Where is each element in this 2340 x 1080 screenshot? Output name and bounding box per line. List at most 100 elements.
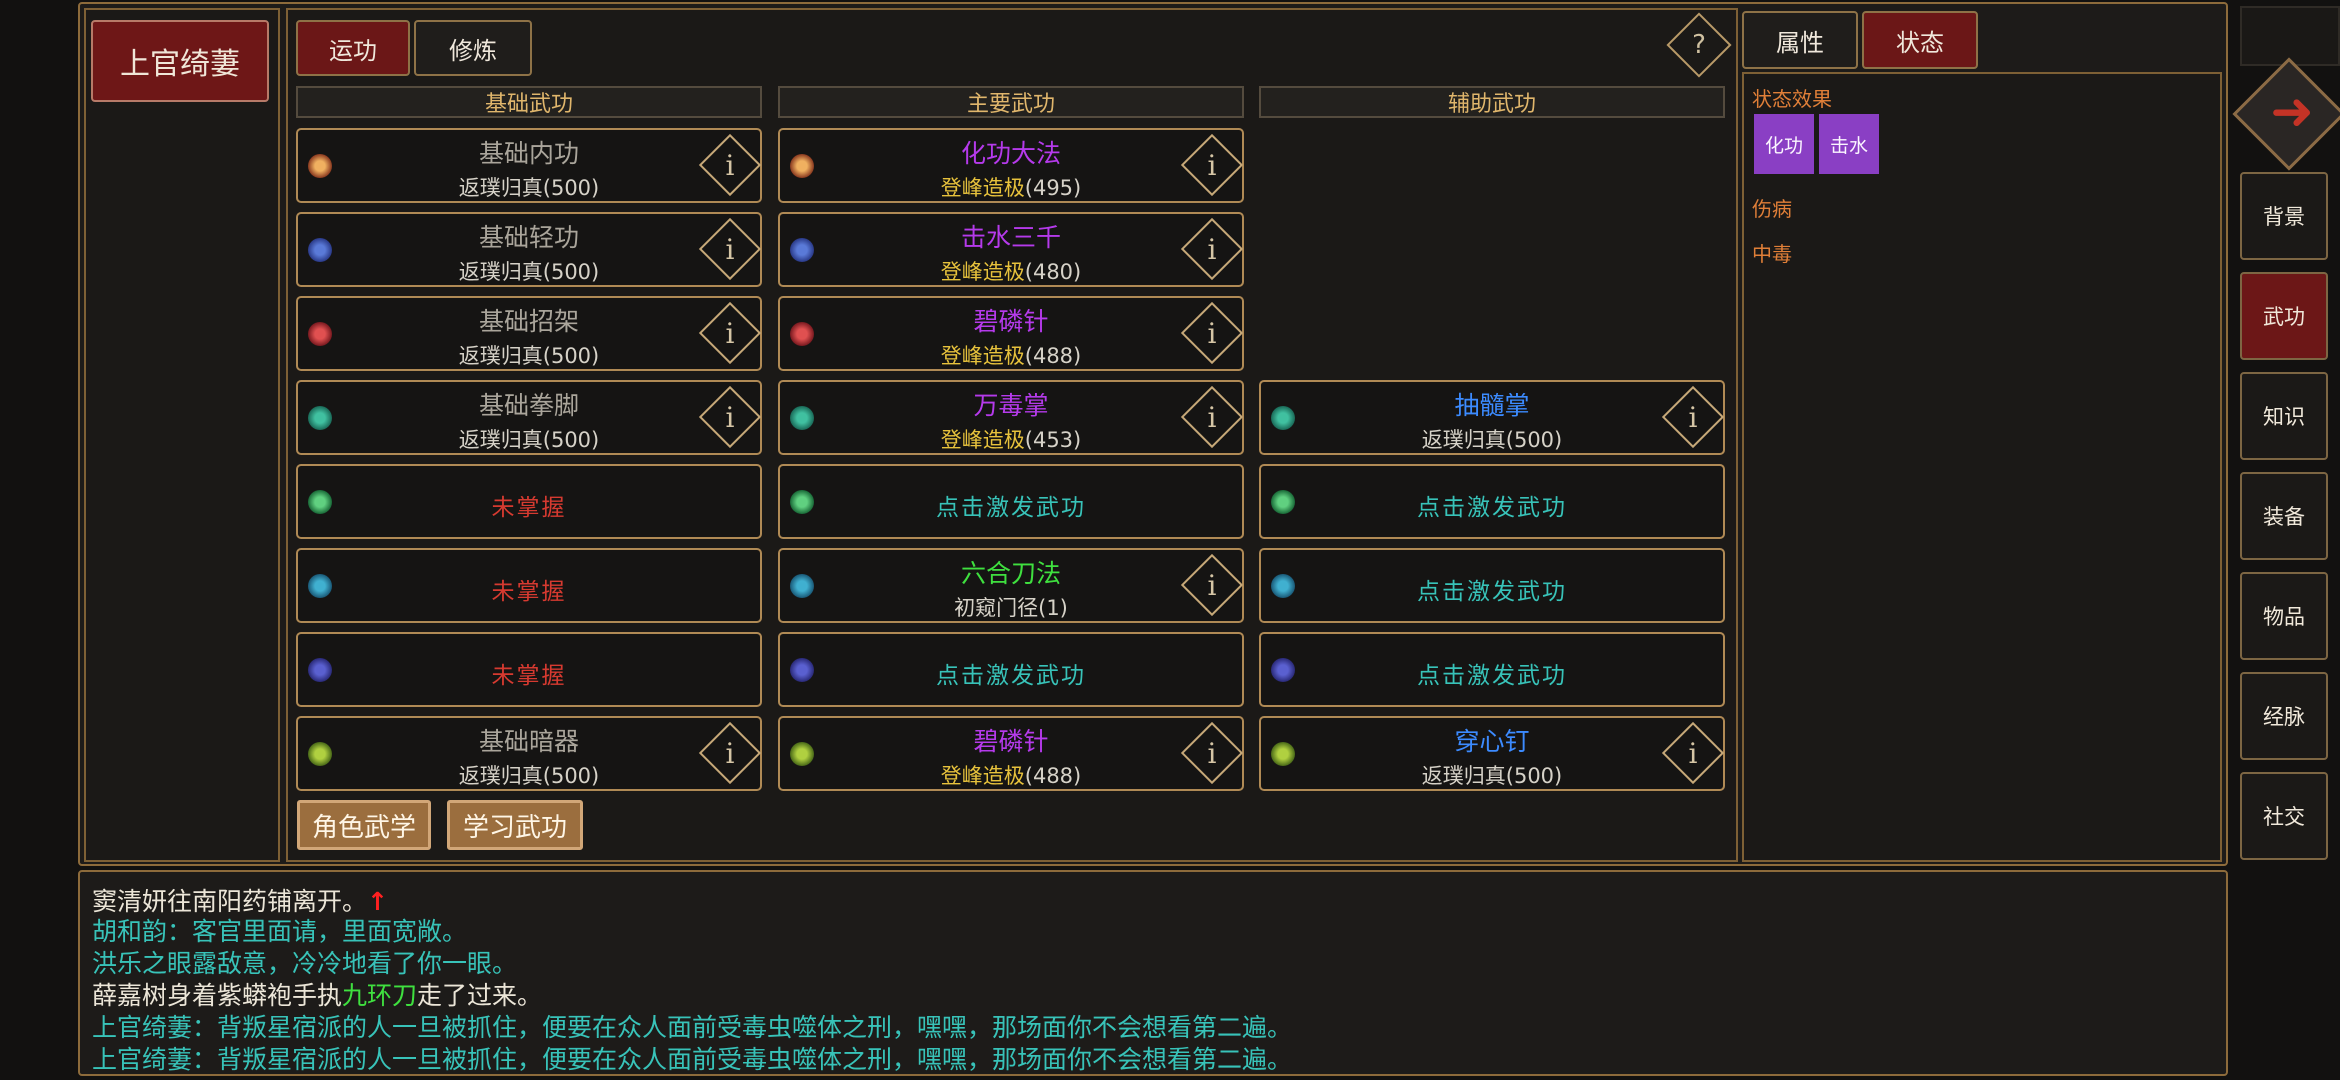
unmastered-label: 未掌握 — [491, 579, 567, 605]
skill-slot-main-3[interactable]: 碧磷针 登峰造极(488) i — [778, 296, 1244, 371]
column-header-aux: 辅助武功 — [1259, 86, 1725, 118]
skill-slot-basic-quanjiao[interactable]: 基础拳脚 返璞归真(500) i — [296, 380, 762, 455]
zhaojia-icon — [308, 322, 332, 346]
skill-name: 六合刀法 — [960, 559, 1061, 588]
log-line: 薛嘉树身着紫蟒袍手执九环刀走了过来。 — [92, 981, 543, 1010]
quanjiao-icon — [1271, 406, 1295, 430]
skill-icon — [790, 658, 814, 682]
activate-skill-label: 点击激发武功 — [936, 663, 1086, 689]
role-skills-button[interactable]: 角色武学 — [297, 800, 431, 850]
anqi-icon — [790, 742, 814, 766]
skill-slot-basic-empty-3[interactable]: 未掌握 — [296, 632, 762, 707]
skill-level: 登峰造极(488) — [940, 764, 1082, 788]
character-column — [84, 8, 280, 862]
tab-yungong[interactable]: 运功 — [296, 20, 410, 76]
quanjiao-icon — [790, 406, 814, 430]
log-line: 上官绮萋：背叛星宿派的人一旦被抓住，便要在众人面前受毒虫噬体之刑，嘿嘿，那场面你… — [92, 1013, 1293, 1042]
skill-slot-main-7[interactable]: 点击激发武功 — [778, 632, 1244, 707]
skill-name: 基础内功 — [478, 139, 579, 168]
skill-slot-main-8[interactable]: 碧磷针 登峰造极(488) i — [778, 716, 1244, 791]
skill-icon — [1271, 658, 1295, 682]
skill-name: 碧磷针 — [973, 727, 1049, 756]
status-effects-title: 状态效果 — [1752, 87, 1832, 111]
skill-slot-basic-anqi[interactable]: 基础暗器 返璞归真(500) i — [296, 716, 762, 791]
zhaojia-icon — [790, 322, 814, 346]
activate-skill-label: 点击激发武功 — [1417, 495, 1567, 521]
skill-name: 基础拳脚 — [478, 391, 579, 420]
injury-label: 伤病 — [1752, 197, 1792, 221]
skill-name: 穿心钉 — [1454, 727, 1530, 756]
skill-slot-aux-1[interactable]: 抽髓掌 返璞归真(500) i — [1259, 380, 1725, 455]
tab-status[interactable]: 状态 — [1862, 11, 1978, 69]
skill-slot-basic-neigong[interactable]: 基础内功 返璞归真(500) i — [296, 128, 762, 203]
skill-level: 登峰造极(488) — [940, 344, 1082, 368]
log-line: 上官绮萋：背叛星宿派的人一旦被抓住，便要在众人面前受毒虫噬体之刑，嘿嘿，那场面你… — [92, 1045, 1293, 1074]
unmastered-label: 未掌握 — [491, 663, 567, 689]
side-menu-background[interactable]: 背景 — [2240, 172, 2328, 260]
skill-slot-main-6[interactable]: 六合刀法 初窥门径(1) i — [778, 548, 1244, 623]
effect-badge-jishui[interactable]: 击水 — [1819, 114, 1879, 174]
back-arrow-glyph: ➜ — [2270, 82, 2314, 142]
side-menu-social[interactable]: 社交 — [2240, 772, 2328, 860]
log-line: 胡和韵：客官里面请，里面宽敞。 — [92, 917, 468, 946]
skill-slot-main-2[interactable]: 击水三千 登峰造极(480) i — [778, 212, 1244, 287]
poison-label: 中毒 — [1752, 242, 1792, 266]
side-menu-meridians[interactable]: 经脉 — [2240, 672, 2328, 760]
skill-name: 基础招架 — [478, 307, 579, 336]
skill-slot-aux-4[interactable]: 点击激发武功 — [1259, 632, 1725, 707]
activate-skill-label: 点击激发武功 — [1417, 579, 1567, 605]
neigong-icon — [308, 154, 332, 178]
skill-level: 返璞归真(500) — [458, 428, 600, 452]
character-name-button[interactable]: 上官绮萋 — [91, 20, 269, 102]
skill-level: 返璞归真(500) — [458, 176, 600, 200]
learn-skills-button[interactable]: 学习武功 — [447, 800, 583, 850]
side-menu-skills[interactable]: 武功 — [2240, 272, 2328, 360]
skill-slot-aux-3[interactable]: 点击激发武功 — [1259, 548, 1725, 623]
skill-level: 返璞归真(500) — [458, 764, 600, 788]
skill-icon — [790, 574, 814, 598]
skill-name: 化功大法 — [960, 139, 1061, 168]
side-menu-knowledge[interactable]: 知识 — [2240, 372, 2328, 460]
status-panel — [1742, 72, 2222, 862]
qinggong-icon — [308, 238, 332, 262]
skill-slot-basic-qinggong[interactable]: 基础轻功 返璞归真(500) i — [296, 212, 762, 287]
skill-name: 万毒掌 — [973, 391, 1049, 420]
skill-slot-main-4[interactable]: 万毒掌 登峰造极(453) i — [778, 380, 1244, 455]
tab-xiulian[interactable]: 修炼 — [414, 20, 532, 76]
side-menu-top-bar — [2240, 6, 2340, 66]
log-line: 洪乐之眼露敌意，冷冷地看了你一眼。 — [92, 949, 518, 978]
tab-attributes[interactable]: 属性 — [1742, 11, 1858, 69]
effect-badge-huagong[interactable]: 化功 — [1754, 114, 1814, 174]
skill-name: 击水三千 — [960, 223, 1061, 252]
unmastered-label: 未掌握 — [491, 495, 567, 521]
skill-name: 基础暗器 — [478, 727, 579, 756]
skill-level: 返璞归真(500) — [1421, 428, 1563, 452]
skill-level: 登峰造极(495) — [940, 176, 1082, 200]
skill-level: 初窥门径(1) — [954, 596, 1068, 620]
skill-slot-basic-zhaojia[interactable]: 基础招架 返璞归真(500) i — [296, 296, 762, 371]
skill-icon — [308, 658, 332, 682]
skill-name: 抽髓掌 — [1454, 391, 1530, 420]
neigong-icon — [790, 154, 814, 178]
skill-level: 登峰造极(453) — [940, 428, 1082, 452]
skill-slot-basic-empty-1[interactable]: 未掌握 — [296, 464, 762, 539]
column-header-basic: 基础武功 — [296, 86, 762, 118]
skill-slot-aux-2[interactable]: 点击激发武功 — [1259, 464, 1725, 539]
skill-slot-main-1[interactable]: 化功大法 登峰造极(495) i — [778, 128, 1244, 203]
quanjiao-icon — [308, 406, 332, 430]
message-log[interactable]: 窦清妍往南阳药铺离开。↑ 胡和韵：客官里面请，里面宽敞。 洪乐之眼露敌意，冷冷地… — [78, 870, 2228, 1076]
skill-level: 返璞归真(500) — [1421, 764, 1563, 788]
skill-name: 碧磷针 — [973, 307, 1049, 336]
skill-slot-main-5[interactable]: 点击激发武功 — [778, 464, 1244, 539]
activate-skill-label: 点击激发武功 — [936, 495, 1086, 521]
skill-icon — [308, 490, 332, 514]
skill-slot-basic-empty-2[interactable]: 未掌握 — [296, 548, 762, 623]
skill-icon — [1271, 574, 1295, 598]
side-menu-equipment[interactable]: 装备 — [2240, 472, 2328, 560]
side-menu-items[interactable]: 物品 — [2240, 572, 2328, 660]
skill-icon — [308, 574, 332, 598]
skill-slot-aux-5[interactable]: 穿心钉 返璞归真(500) i — [1259, 716, 1725, 791]
anqi-icon — [308, 742, 332, 766]
skill-level: 返璞归真(500) — [458, 344, 600, 368]
skill-name: 基础轻功 — [478, 223, 579, 252]
